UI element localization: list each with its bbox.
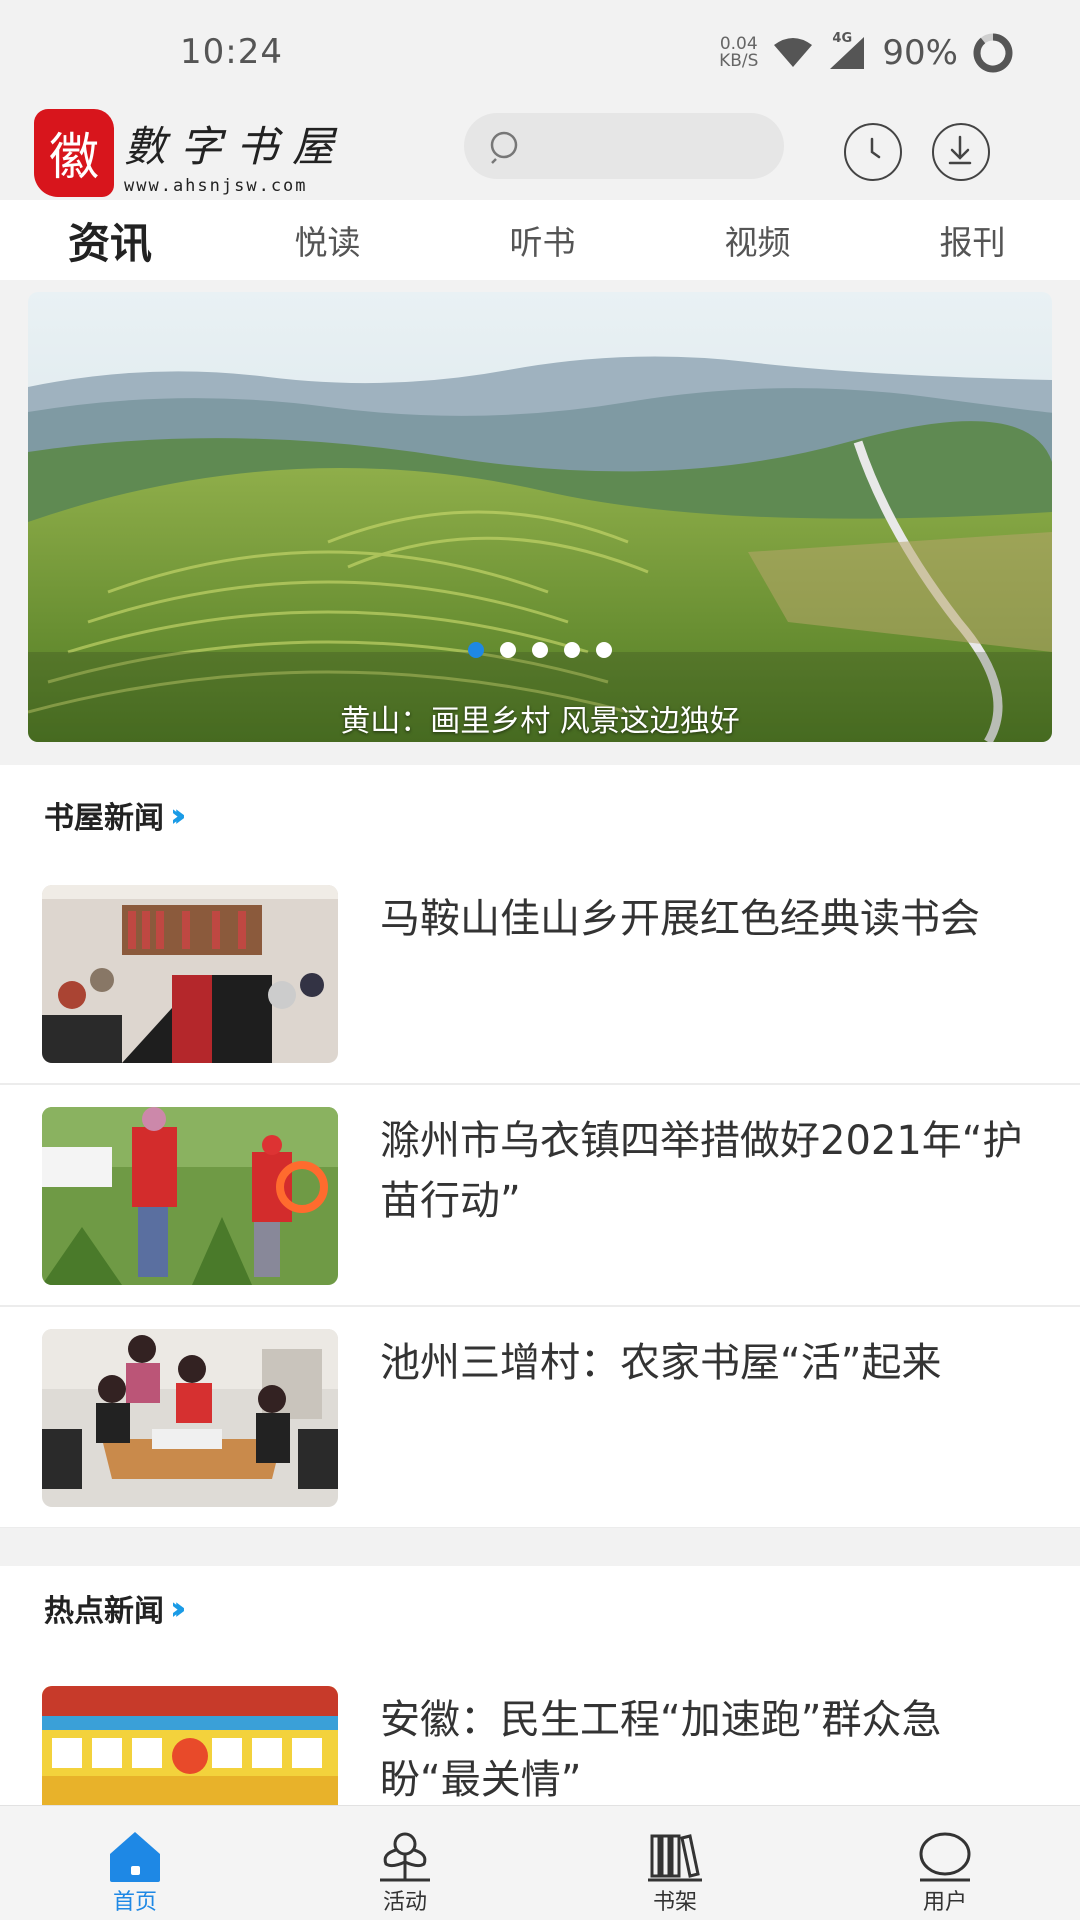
chevron-right-icon: ›› [170, 1589, 187, 1627]
status-time: 10:24 [180, 32, 283, 72]
news-title: 安徽：民生工程“加速跑”群众急盼“最关情” [380, 1697, 942, 1803]
section-title-text: 热点新闻 [44, 1594, 164, 1629]
nav-user[interactable]: 用户 [810, 1806, 1080, 1920]
news-title: 滁州市乌衣镇四举措做好2021年“护苗行动” [380, 1118, 1023, 1224]
banner-carousel[interactable]: 黄山：画里乡村 风景这边独好 [28, 292, 1052, 742]
indicator-dot[interactable] [468, 642, 484, 658]
search-icon [490, 131, 518, 164]
home-icon [110, 1832, 160, 1882]
nav-label: 书架 [652, 1890, 697, 1915]
news-thumbnail [42, 1107, 338, 1285]
news-thumbnail [42, 1329, 338, 1507]
download-button[interactable] [932, 123, 990, 181]
chevron-right-icon: ›› [170, 796, 187, 834]
logo-name: 數字书屋 [124, 122, 349, 171]
banner-caption: 黄山：画里乡村 风景这边独好 [340, 704, 740, 739]
nav-activity[interactable]: 活动 [270, 1806, 540, 1920]
nav-bookshelf[interactable]: 书架 [540, 1806, 810, 1920]
tab-news[interactable]: 资讯 [0, 210, 220, 271]
search-input[interactable] [464, 113, 784, 179]
status-bar: 10:24 0.04 KB/S 4G 90% [0, 0, 1080, 105]
battery-percent: 90% [882, 33, 958, 73]
nav-label: 活动 [382, 1890, 427, 1915]
wifi-icon [774, 38, 813, 67]
history-icon [870, 137, 881, 159]
bookshelf-icon [648, 1834, 702, 1882]
banner-image [28, 292, 1052, 742]
tab-newspaper[interactable]: 报刊 [865, 216, 1080, 264]
history-button[interactable] [844, 123, 902, 181]
download-icon [948, 135, 972, 165]
tab-reading[interactable]: 悦读 [220, 216, 435, 264]
app-header: 徽 數字书屋 www.ahsnjsw.com [0, 105, 1080, 200]
nav-label: 首页 [112, 1890, 157, 1915]
signal-icon: 4G [828, 31, 868, 71]
bottom-nav: 首页 活动 书架 用户 [0, 1805, 1080, 1920]
list-item[interactable]: 滁州市乌衣镇四举措做好2021年“护苗行动” [0, 1085, 1080, 1307]
section-title-bookhouse[interactable]: 书屋新闻 ›› [44, 793, 187, 837]
list-item[interactable]: 安徽：民生工程“加速跑”群众急盼“最关情” [0, 1664, 1080, 1805]
section-title-text: 书屋新闻 [44, 801, 164, 836]
section-title-hot[interactable]: 热点新闻 ›› [44, 1586, 187, 1630]
section-divider [0, 1528, 1080, 1566]
list-item[interactable]: 马鞍山佳山乡开展红色经典读书会 [0, 863, 1080, 1085]
news-title: 马鞍山佳山乡开展红色经典读书会 [380, 896, 980, 942]
news-thumbnail [42, 885, 338, 1063]
bookhouse-news-section: 书屋新闻 ›› 马鞍山佳山乡开展红色经典读书会 滁州市乌衣镇四举措做好2021年… [0, 765, 1080, 1529]
indicator-dot[interactable] [500, 642, 516, 658]
tab-video[interactable]: 视频 [650, 216, 865, 264]
battery-icon [973, 33, 1013, 73]
logo-seal[interactable]: 徽 [34, 109, 114, 197]
indicator-dot[interactable] [596, 642, 612, 658]
indicator-dot[interactable] [564, 642, 580, 658]
news-thumbnail [42, 1686, 338, 1805]
logo-url: www.ahsnjsw.com [124, 176, 308, 196]
nav-home[interactable]: 首页 [0, 1806, 270, 1920]
category-tabs: 资讯 悦读 听书 视频 报刊 [0, 200, 1080, 280]
banner-indicators [28, 642, 1052, 658]
net-speed-unit: KB/S [719, 51, 759, 71]
banner-area: 黄山：画里乡村 风景这边独好 [0, 280, 1080, 765]
indicator-dot[interactable] [532, 642, 548, 658]
news-title: 池州三增村：农家书屋“活”起来 [380, 1340, 942, 1386]
network-type: 4G [832, 31, 853, 46]
activity-icon [380, 1832, 430, 1882]
logo[interactable]: 數字书屋 www.ahsnjsw.com [124, 113, 348, 196]
tab-audiobook[interactable]: 听书 [435, 216, 650, 264]
status-icons: 0.04 KB/S 4G 90% [719, 30, 1014, 76]
hot-news-section: 热点新闻 ›› 安徽：民生工程“加速跑”群众急盼“最关情” [0, 1566, 1080, 1805]
nav-label: 用户 [922, 1890, 967, 1915]
list-item[interactable]: 池州三增村：农家书屋“活”起来 [0, 1307, 1080, 1529]
user-icon [919, 1832, 971, 1882]
net-speed: 0.04 KB/S [719, 36, 758, 70]
